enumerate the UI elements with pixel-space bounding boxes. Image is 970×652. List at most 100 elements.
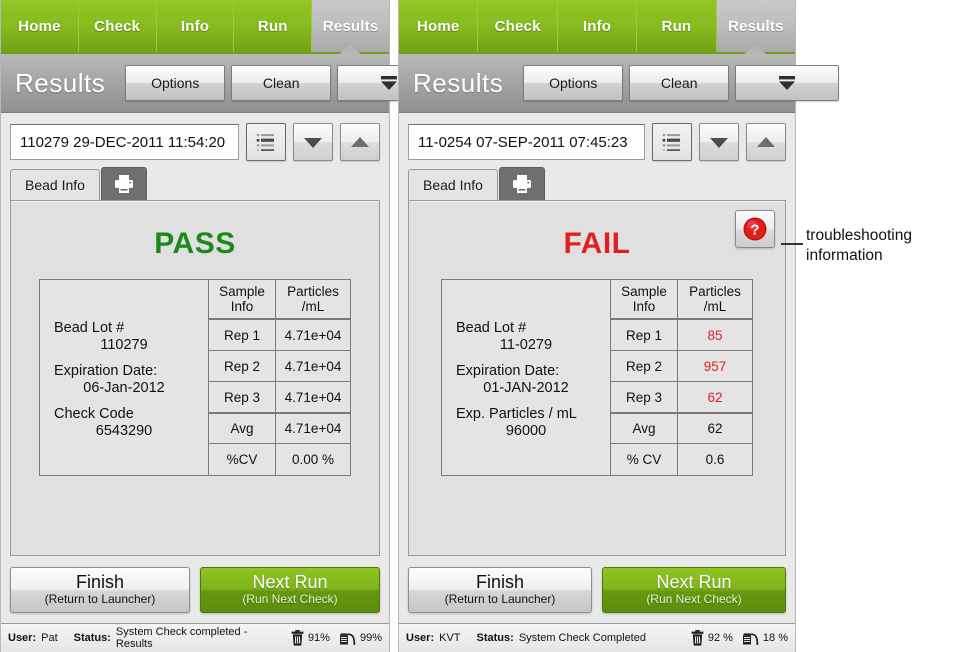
printer-icon xyxy=(113,174,135,194)
main-tab-bar: Home Check Info Run Results xyxy=(399,0,796,54)
finish-button[interactable]: Finish (Return to Launcher) xyxy=(10,567,190,613)
tab-bead-info[interactable]: Bead Info xyxy=(408,169,498,200)
record-selector-row: 110279 29-DEC-2011 11:54:20 xyxy=(1,113,389,167)
row-label: Rep 2 xyxy=(611,351,677,382)
device-panel-right: Home Check Info Run Results Results Options Cle… xyxy=(398,0,840,652)
page-title: Results xyxy=(413,67,504,98)
tab-check[interactable]: Check xyxy=(78,0,157,52)
row-label: Rep 3 xyxy=(611,382,677,413)
record-next-button[interactable] xyxy=(699,123,739,161)
trash-bin-icon xyxy=(291,630,304,646)
status-user-label: User: xyxy=(406,632,435,644)
finish-button[interactable]: Finish (Return to Launcher) xyxy=(408,567,592,613)
tab-home[interactable]: Home xyxy=(1,0,79,52)
sample-info-column: Sample Info Rep 1 Rep 2 Rep 3 Avg %CV xyxy=(208,280,275,475)
record-prev-button[interactable] xyxy=(340,123,380,161)
status-user-value: KVT xyxy=(439,632,461,644)
row-label: % CV xyxy=(611,444,677,475)
info-label: Bead Lot # xyxy=(456,319,527,336)
device-panel-left: Home Check Info Run Results Results Options Cle… xyxy=(0,0,442,652)
sheath-level-value: 18 % xyxy=(762,632,788,644)
collapse-down-icon xyxy=(776,75,798,91)
page-title: Results xyxy=(15,67,106,98)
card-tab-row: Bead Info xyxy=(408,167,786,200)
tab-home[interactable]: Home xyxy=(399,0,479,52)
chevron-down-icon xyxy=(709,136,729,149)
finish-title: Finish xyxy=(75,572,124,592)
result-card: PASS Bead Lot #110279 Expiration Date: 06-J… xyxy=(10,200,380,556)
info-value: 96000 xyxy=(505,422,547,439)
troubleshooting-help-button[interactable]: ? xyxy=(735,210,775,248)
column-header: Sample Info xyxy=(209,280,275,320)
record-list-button[interactable] xyxy=(652,123,692,161)
annotation-leader-line xyxy=(781,243,803,245)
info-label: Expiration Date: xyxy=(54,362,158,379)
sheath-level-indicator: 99% xyxy=(339,630,382,646)
finish-title: Finish xyxy=(475,572,524,592)
column-header-line: Sample xyxy=(219,283,265,299)
record-prev-button[interactable] xyxy=(746,123,786,161)
clean-button[interactable]: Clean xyxy=(629,65,730,101)
action-button-row: Finish (Return to Launcher) Next Run (Run N… xyxy=(1,556,389,623)
tab-check[interactable]: Check xyxy=(478,0,558,52)
row-value: 0.00 % xyxy=(276,444,350,475)
tab-info[interactable]: Info xyxy=(557,0,638,52)
tab-info[interactable]: Info xyxy=(156,0,235,52)
info-label: Bead Lot # xyxy=(54,319,125,336)
info-value: 110279 xyxy=(100,336,148,353)
status-bar: User: Pat Status: System Check completed - … xyxy=(1,623,389,652)
options-button[interactable]: Options xyxy=(523,65,624,101)
sheath-level-indicator: 18 % xyxy=(742,630,788,646)
record-next-button[interactable] xyxy=(293,123,333,161)
particles-column: Particles/mL 4.71e+04 4.71e+04 4.71e+04 4.71… xyxy=(275,280,350,475)
tab-run[interactable]: Run xyxy=(637,0,717,52)
tab-print[interactable] xyxy=(498,167,545,200)
page-header: Results Options Clean xyxy=(1,54,442,113)
info-label: Check Code xyxy=(54,405,134,422)
printer-icon xyxy=(511,174,533,194)
column-header-line: /mL xyxy=(301,299,325,314)
clean-button[interactable]: Clean xyxy=(231,65,332,101)
record-selector-field[interactable]: 110279 29-DEC-2011 11:54:20 xyxy=(10,124,239,160)
row-value: 62 xyxy=(678,413,752,444)
info-pair: Exp. Particles / mL 96000 xyxy=(456,403,596,439)
options-button[interactable]: Options xyxy=(125,65,226,101)
tab-print[interactable] xyxy=(100,167,147,200)
finish-subtitle: (Return to Launcher) xyxy=(444,592,556,606)
row-value: 957 xyxy=(678,351,752,382)
row-value: 4.71e+04 xyxy=(276,382,350,413)
record-list-button[interactable] xyxy=(246,123,286,161)
column-header: Particles/mL xyxy=(678,280,752,320)
list-view-icon xyxy=(661,131,683,153)
column-header-line: Particles xyxy=(287,283,339,299)
waste-level-value: 91% xyxy=(307,632,330,644)
collapse-button[interactable] xyxy=(735,65,840,101)
tab-bead-info[interactable]: Bead Info xyxy=(10,169,100,200)
next-run-title: Next Run xyxy=(656,572,732,592)
annotation-troubleshooting: troubleshooting information xyxy=(806,227,912,265)
device-screen-left: Home Check Info Run Results Results Options Cle… xyxy=(0,0,442,652)
active-tab-notch xyxy=(744,45,767,54)
tab-run[interactable]: Run xyxy=(234,0,313,52)
list-view-icon xyxy=(255,131,277,153)
next-run-button[interactable]: Next Run (Run Next Check) xyxy=(200,567,380,613)
sheath-fluid-icon xyxy=(742,630,759,646)
status-state-label: Status: xyxy=(476,632,514,644)
bead-info-details: Bead Lot #11-0279 Expiration Date: 01-JAN-… xyxy=(442,280,610,475)
column-header: Sample Info xyxy=(611,280,677,320)
main-tab-bar: Home Check Info Run Results xyxy=(1,0,389,54)
next-run-button[interactable]: Next Run (Run Next Check) xyxy=(602,567,786,613)
trash-bin-icon xyxy=(691,630,704,646)
row-value: 4.71e+04 xyxy=(276,320,350,351)
column-header-line: Particles xyxy=(689,283,741,299)
waste-level-value: 92 % xyxy=(707,632,733,644)
row-label: Avg xyxy=(611,413,677,444)
record-selector-field[interactable]: 11-0254 07-SEP-2011 07:45:23 xyxy=(408,124,645,160)
status-state-value: System Check Completed xyxy=(518,632,646,644)
info-value: 01-JAN-2012 xyxy=(483,379,569,396)
status-user-value: Pat xyxy=(41,632,58,644)
status-state-label: Status: xyxy=(73,632,111,644)
screenshot-stage: Home Check Info Run Results Results Options Cle… xyxy=(0,0,970,652)
info-pair: Expiration Date: 06-Jan-2012 xyxy=(54,360,194,403)
row-value: 4.71e+04 xyxy=(276,413,350,444)
